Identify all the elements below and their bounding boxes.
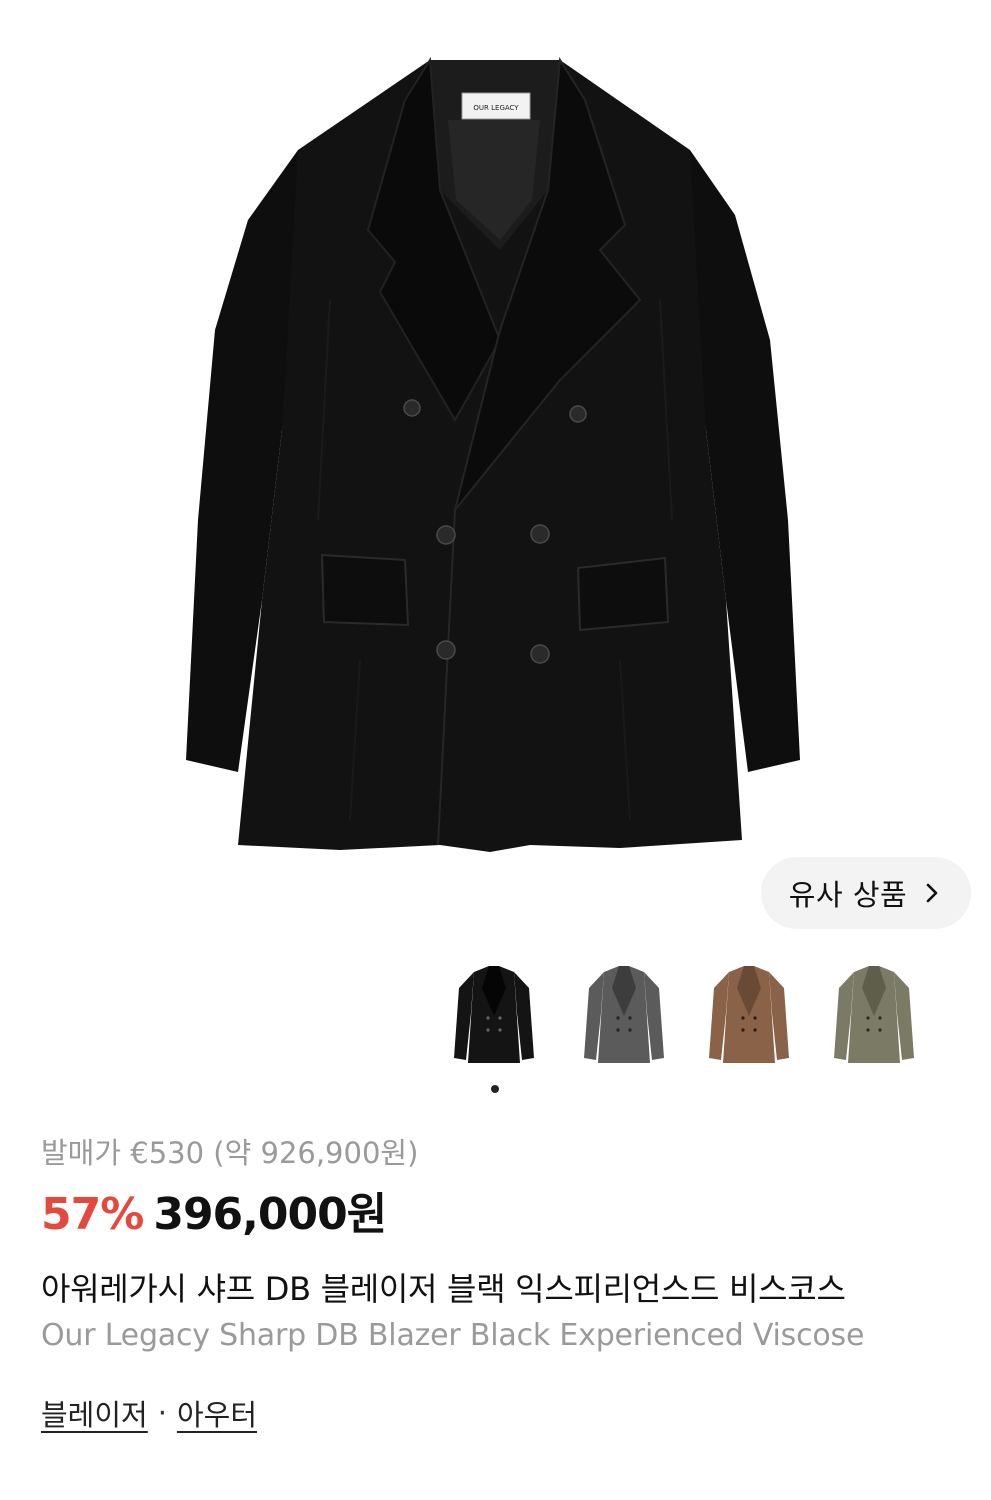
sale-price-row: 57% 396,000원 [41,1178,387,1242]
product-hero-image[interactable]: OUR LEGACY [0,0,991,940]
product-name-english: Our Legacy Sharp DB Blazer Black Experie… [41,1318,865,1353]
chevron-right-icon [921,882,943,904]
thumbnail-olive[interactable] [814,958,934,1078]
category-separator: · [157,1396,167,1430]
category-breadcrumb: 블레이저 · 아우터 [41,1392,257,1434]
release-price: 발매가 €530 (약 926,900원) [41,1136,419,1170]
thumbnail-blazer-brown-icon [709,966,789,1063]
brand-label-text: OUR LEGACY [473,104,519,112]
category-link-blazer[interactable]: 블레이저 [41,1392,148,1434]
thumbnail-charcoal[interactable] [564,958,684,1078]
thumbnail-blazer-olive-icon [834,966,914,1063]
thumbnail-black[interactable] [434,958,554,1078]
product-name-korean: 아워레가시 샤프 DB 블레이저 블랙 익스피리언스드 비스코스 [41,1270,846,1308]
discount-rate: 57% [41,1189,144,1240]
category-link-outer[interactable]: 아우터 [177,1392,257,1434]
gallery-page-indicator [491,1085,499,1093]
color-thumbnail-strip [434,958,974,1078]
thumbnail-blazer-charcoal-icon [584,966,664,1063]
sale-price: 396,000원 [153,1189,387,1240]
similar-products-button[interactable]: 유사 상품 [761,857,971,929]
thumbnail-blazer-black-icon [454,966,534,1063]
thumbnail-brown[interactable] [689,958,809,1078]
similar-products-label: 유사 상품 [788,878,908,912]
blazer-illustration: OUR LEGACY [186,56,800,852]
